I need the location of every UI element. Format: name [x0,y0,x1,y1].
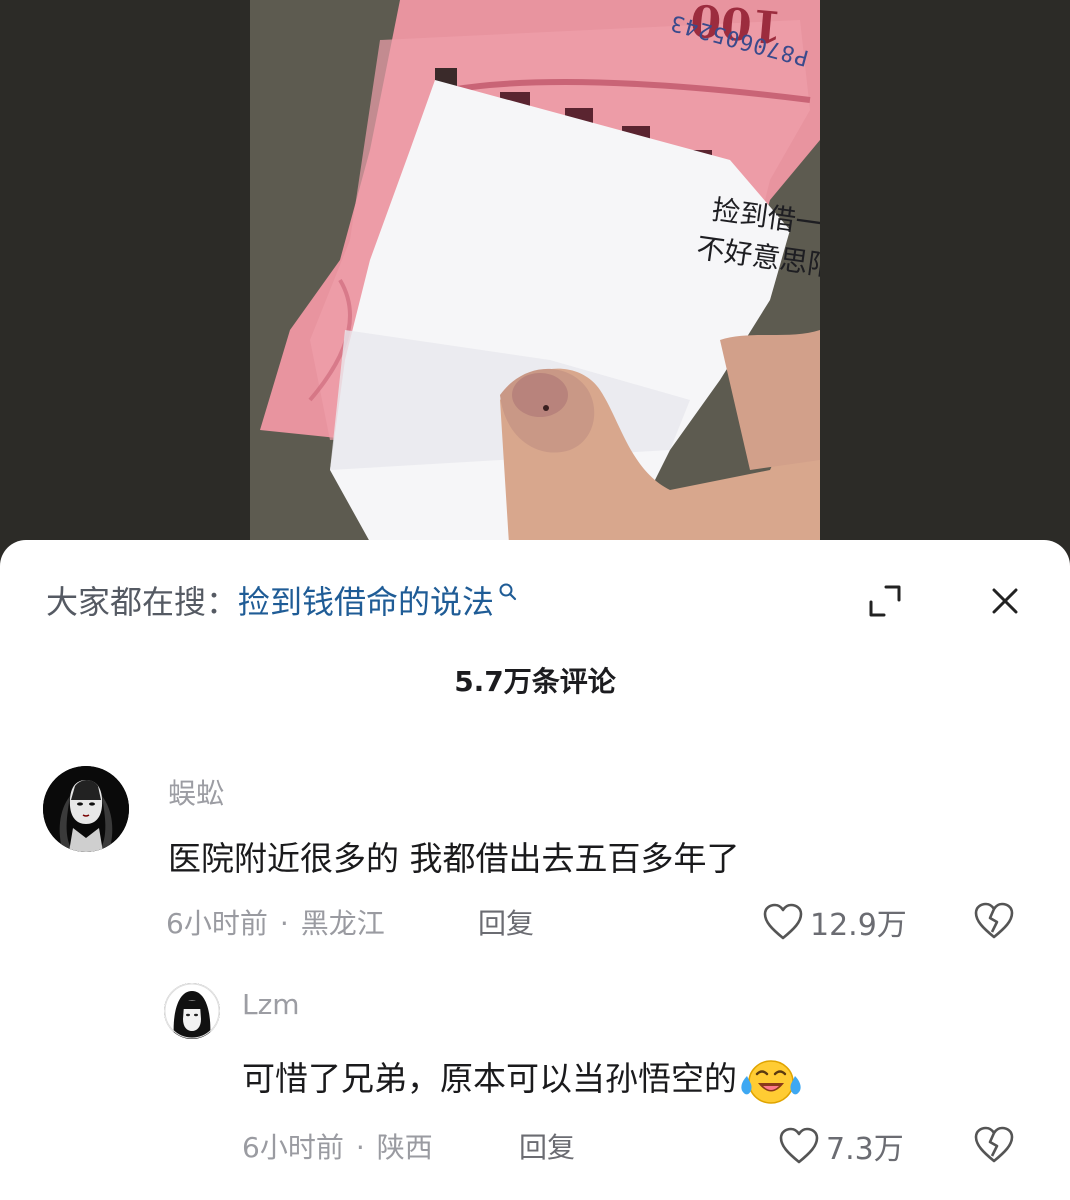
trending-search[interactable]: 大家都在搜：捡到钱借命的说法 [46,580,518,624]
reply-meta: 6小时前 · 陕西 [242,1126,433,1166]
close-icon[interactable] [986,582,1024,620]
broken-heart-icon[interactable] [972,900,1016,942]
like-count: 12.9万 [810,908,907,943]
video-player[interactable]: 100 P870605243 捡到借一年寿命 不好意思陌生人 [0,0,1070,560]
like-count: 7.3万 [826,1132,904,1167]
separator: · [279,907,289,940]
crying-laughing-emoji [741,1059,801,1104]
comment-meta: 6小时前 · 黑龙江 [166,902,385,942]
avatar-image [43,766,129,852]
reply-time: 6小时前 [242,1131,344,1164]
comment-count: 5.7万条评论 [454,665,616,698]
reply-text: 可惜了兄弟，原本可以当孙悟空的 [242,1052,801,1106]
trending-search-query[interactable]: 捡到钱借命的说法 [238,583,494,621]
comment-text: 医院附近很多的 我都借出去五百多年了 [168,839,740,878]
avatar[interactable] [43,766,129,852]
avatar-image [164,983,220,1039]
banknote-image [250,0,820,560]
reply-text-content: 可惜了兄弟，原本可以当孙悟空的 [242,1059,737,1098]
like-button[interactable]: 7.3万 [778,1124,904,1168]
comment-sheet: 大家都在搜：捡到钱借命的说法 5.7万条评论 蜈蚣 医院附近很多的 我都借出去五… [0,540,1070,1200]
search-icon [499,583,517,601]
comment-location: 黑龙江 [300,907,385,940]
heart-icon [779,1127,819,1164]
reply-button[interactable]: 回复 [519,1126,575,1166]
video-frame: 100 P870605243 捡到借一年寿命 不好意思陌生人 [250,0,820,560]
broken-heart-icon[interactable] [972,1124,1016,1166]
expand-icon[interactable] [866,582,904,620]
heart-icon [763,903,803,940]
reply-button[interactable]: 回复 [478,902,534,942]
trending-search-label: 大家都在搜： [46,583,239,621]
separator: · [355,1131,365,1164]
comment-username[interactable]: 蜈蚣 [168,772,224,812]
comment-time: 6小时前 [166,907,268,940]
reply-username[interactable]: Lzm [242,988,300,1021]
reply-avatar[interactable] [164,983,220,1039]
reply-location: 陕西 [376,1131,433,1164]
like-button[interactable]: 12.9万 [762,900,907,944]
